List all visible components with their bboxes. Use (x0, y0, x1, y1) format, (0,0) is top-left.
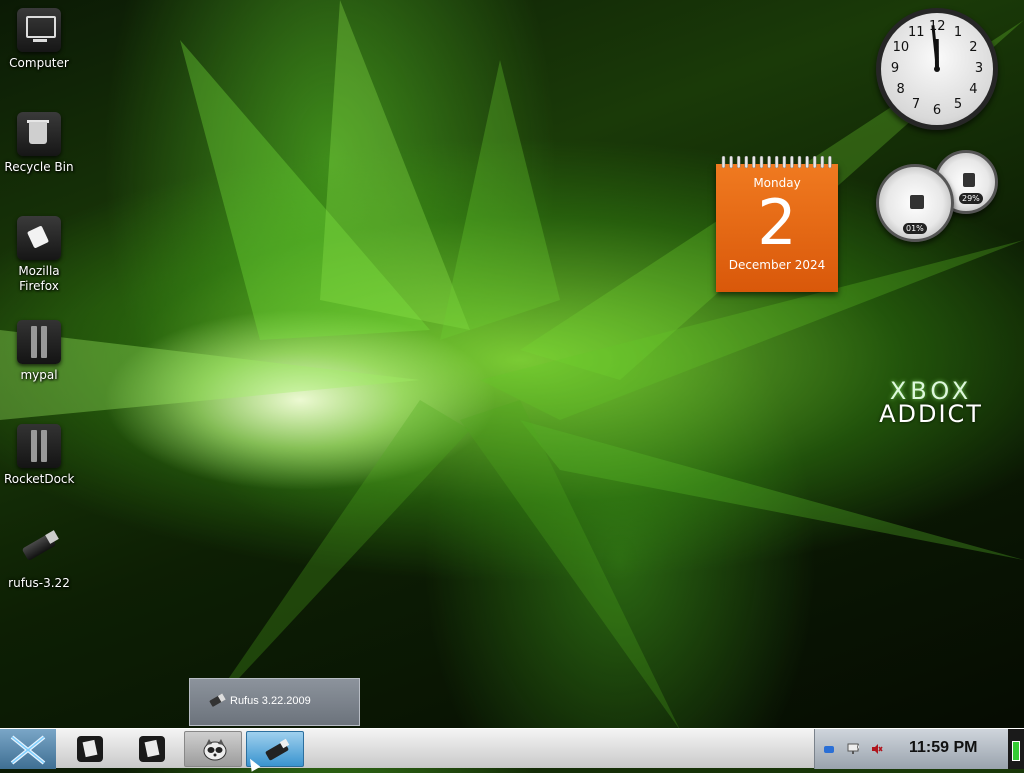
volume-muted-icon[interactable] (871, 743, 883, 755)
taskbar-button-notepad-2[interactable] (122, 731, 180, 767)
rocketdock-icon (17, 424, 61, 468)
calendar-ring (752, 156, 756, 168)
notepad-icon (77, 736, 103, 762)
desktop-icon-recycle-bin[interactable]: Recycle Bin (4, 112, 74, 175)
calendar-ring (828, 156, 832, 168)
desktop-icon-label: RocketDock (4, 472, 75, 486)
calendar-ring (812, 156, 817, 168)
show-desktop-button[interactable] (1008, 729, 1024, 769)
tooltip-text: Rufus 3.22.2009 (230, 695, 311, 707)
desktop-icon-mypal[interactable]: mypal (4, 320, 74, 383)
raccoon-icon (203, 739, 227, 761)
cpu-chip-icon (910, 195, 924, 209)
clock-number: 5 (953, 97, 963, 113)
clock-number: 10 (892, 40, 910, 55)
clock-number: 7 (911, 97, 921, 113)
memory-percent: 29% (959, 193, 983, 204)
notepad-icon (139, 736, 165, 762)
cpu-percent: 01% (903, 223, 927, 234)
calendar-ring (820, 156, 825, 168)
clock-number: 8 (896, 82, 905, 97)
calendar-ring (759, 156, 764, 168)
calendar-gadget[interactable]: Monday 2 December 2024 (716, 156, 838, 292)
calendar-ring (721, 156, 726, 168)
start-button[interactable] (0, 729, 56, 769)
desktop-icon-label: rufus-3.22 (8, 576, 70, 590)
clock-number: 9 (890, 61, 900, 76)
desktop-icon-firefox[interactable]: Mozilla Firefox (4, 216, 74, 294)
desktop-icon-rufus[interactable]: rufus-3.22 (4, 528, 74, 591)
logo-line-2: ADDICT (879, 400, 983, 428)
calendar-ring (767, 156, 771, 168)
taskbar-clock[interactable]: 11:59 PM (909, 739, 977, 757)
calendar-month-year: December 2024 (728, 258, 826, 272)
usb-drive-icon (209, 693, 225, 708)
taskbar: 11:59 PM (0, 728, 1024, 769)
wallpaper-ray (200, 400, 470, 720)
clock-number: 6 (932, 103, 942, 118)
xbox-addict-logo: XBOX ADDICT (866, 377, 996, 428)
calendar-ring (782, 156, 787, 168)
usb-drive-icon (17, 528, 61, 572)
start-orb-icon (10, 735, 46, 765)
clock-number: 11 (908, 24, 925, 40)
calendar-rings (721, 156, 832, 168)
calendar-ring (774, 156, 779, 168)
display-icon[interactable] (847, 743, 859, 755)
cpu-meter[interactable]: 01% (876, 164, 954, 242)
desktop-icon-label: Recycle Bin (4, 160, 74, 174)
wallpaper-ray (320, 0, 470, 330)
desktop-icon-label: Mozilla Firefox (18, 264, 60, 293)
computer-icon (17, 8, 61, 52)
clock-center-pin (934, 66, 940, 72)
network-icon[interactable] (823, 743, 835, 755)
calendar-ring (736, 156, 741, 168)
taskbar-tooltip[interactable]: Rufus 3.22.2009 (189, 678, 360, 726)
calendar-ring (805, 156, 809, 168)
usb-drive-icon (264, 737, 290, 763)
calendar-ring (790, 156, 794, 168)
calendar-ring (729, 156, 733, 168)
clock-number: 4 (969, 82, 978, 97)
logo-line-1: XBOX (889, 377, 973, 405)
desktop-icon-label: mypal (20, 368, 58, 382)
wallpaper-ray (440, 60, 560, 340)
mypal-icon (17, 320, 61, 364)
system-tray: 11:59 PM (814, 729, 1008, 769)
calendar-ring (744, 156, 749, 168)
desktop-icon-rocketdock[interactable]: RocketDock (4, 424, 74, 487)
firefox-icon (17, 216, 61, 260)
clock-number: 2 (969, 40, 978, 55)
calendar-ring (797, 156, 802, 168)
taskbar-button-raccoon-app[interactable] (184, 731, 242, 767)
calendar-day: 2 (757, 186, 797, 259)
clock-number: 1 (953, 24, 963, 40)
wallpaper-ray (520, 420, 1024, 560)
clock-number: 3 (974, 61, 984, 76)
recycle-bin-icon (17, 112, 61, 156)
clock-gadget[interactable]: 12 1 2 3 4 5 6 7 8 9 10 11 (876, 8, 998, 130)
desktop-icon-label: Computer (9, 56, 69, 70)
taskbar-button-notepad-1[interactable] (60, 731, 118, 767)
memory-chip-icon (963, 173, 975, 187)
desktop-icon-computer[interactable]: Computer (4, 8, 74, 71)
